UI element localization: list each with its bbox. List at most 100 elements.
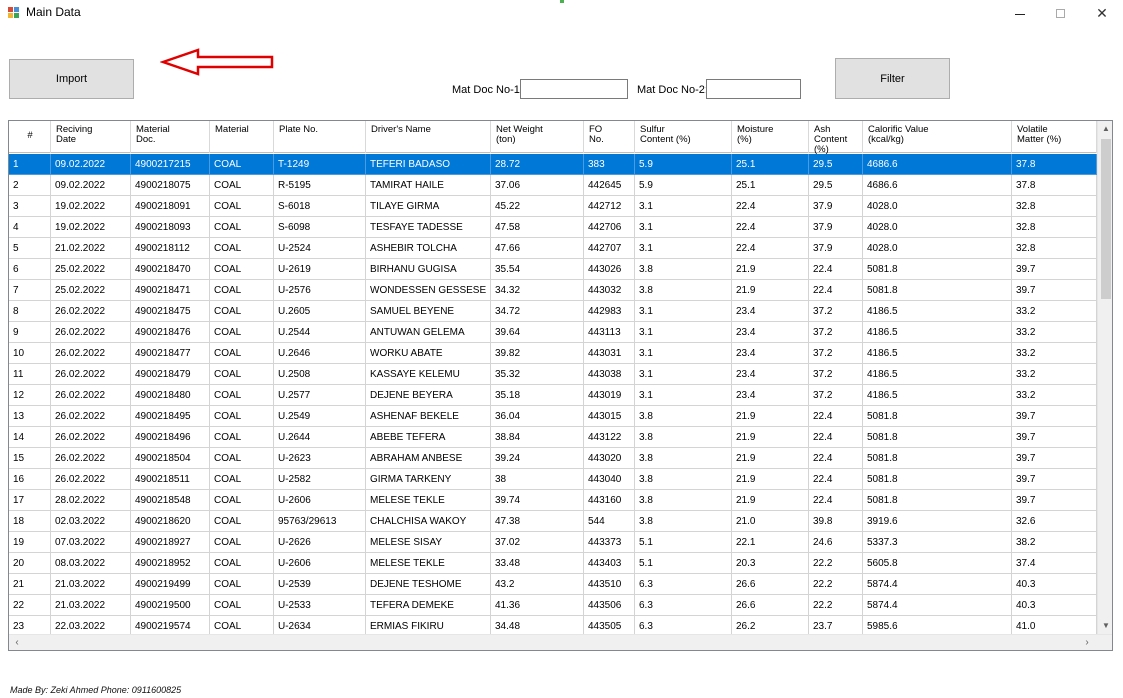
- cell-plate[interactable]: U.2577: [274, 385, 366, 406]
- cell-fo[interactable]: 443373: [584, 532, 635, 553]
- cell-weight[interactable]: 47.58: [491, 217, 584, 238]
- cell-num[interactable]: 12: [9, 385, 51, 406]
- table-row[interactable]: 10 26.02.2022 4900218477 COAL U.2646 WORKU AB…: [9, 343, 1097, 364]
- table-row[interactable]: 16 26.02.2022 4900218511 COAL U-2582 GIRMA TA…: [9, 469, 1097, 490]
- cell-driver[interactable]: ASHENAF BEKELE: [366, 406, 491, 427]
- cell-weight[interactable]: 36.04: [491, 406, 584, 427]
- cell-calorific[interactable]: 5337.3: [863, 532, 1012, 553]
- cell-num[interactable]: 6: [9, 259, 51, 280]
- cell-weight[interactable]: 45.22: [491, 196, 584, 217]
- cell-ash[interactable]: 29.5: [809, 154, 863, 175]
- cell-ash[interactable]: 37.2: [809, 322, 863, 343]
- cell-moisture[interactable]: 21.9: [732, 406, 809, 427]
- cell-weight[interactable]: 34.32: [491, 280, 584, 301]
- scroll-down-icon[interactable]: ▼: [1098, 618, 1112, 634]
- cell-calorific[interactable]: 5605.8: [863, 553, 1012, 574]
- cell-plate[interactable]: U.2508: [274, 364, 366, 385]
- cell-fo[interactable]: 442645: [584, 175, 635, 196]
- cell-weight[interactable]: 35.54: [491, 259, 584, 280]
- cell-num[interactable]: 21: [9, 574, 51, 595]
- cell-date[interactable]: 26.02.2022: [51, 322, 131, 343]
- cell-num[interactable]: 20: [9, 553, 51, 574]
- cell-plate[interactable]: U-2623: [274, 448, 366, 469]
- mat-doc-1-input[interactable]: [520, 79, 628, 99]
- cell-sulfur[interactable]: 3.8: [635, 280, 732, 301]
- cell-moisture[interactable]: 21.9: [732, 280, 809, 301]
- cell-sulfur[interactable]: 5.1: [635, 532, 732, 553]
- cell-date[interactable]: 19.02.2022: [51, 196, 131, 217]
- cell-moisture[interactable]: 23.4: [732, 343, 809, 364]
- cell-volatile[interactable]: 40.3: [1012, 595, 1097, 616]
- cell-moisture[interactable]: 21.9: [732, 469, 809, 490]
- cell-volatile[interactable]: 32.6: [1012, 511, 1097, 532]
- cell-doc[interactable]: 4900218091: [131, 196, 210, 217]
- horizontal-scrollbar[interactable]: ‹ ›: [9, 634, 1112, 650]
- cell-volatile[interactable]: 37.4: [1012, 553, 1097, 574]
- cell-calorific[interactable]: 4186.5: [863, 322, 1012, 343]
- cell-driver[interactable]: ABEBE TEFERA: [366, 427, 491, 448]
- cell-plate[interactable]: U-2582: [274, 469, 366, 490]
- cell-fo[interactable]: 443113: [584, 322, 635, 343]
- cell-material[interactable]: COAL: [210, 343, 274, 364]
- cell-fo[interactable]: 442983: [584, 301, 635, 322]
- cell-ash[interactable]: 24.6: [809, 532, 863, 553]
- cell-driver[interactable]: MELESE TEKLE: [366, 553, 491, 574]
- cell-date[interactable]: 09.02.2022: [51, 154, 131, 175]
- cell-plate[interactable]: U.2646: [274, 343, 366, 364]
- cell-fo[interactable]: 544: [584, 511, 635, 532]
- cell-date[interactable]: 26.02.2022: [51, 427, 131, 448]
- cell-material[interactable]: COAL: [210, 511, 274, 532]
- cell-material[interactable]: COAL: [210, 427, 274, 448]
- cell-doc[interactable]: 4900218075: [131, 175, 210, 196]
- column-header-plate[interactable]: Plate No.: [274, 121, 366, 153]
- cell-moisture[interactable]: 20.3: [732, 553, 809, 574]
- cell-material[interactable]: COAL: [210, 469, 274, 490]
- cell-doc[interactable]: 4900218470: [131, 259, 210, 280]
- column-header-fo[interactable]: FO No.: [584, 121, 635, 153]
- cell-doc[interactable]: 4900218504: [131, 448, 210, 469]
- cell-material[interactable]: COAL: [210, 385, 274, 406]
- filter-button[interactable]: Filter: [835, 58, 950, 99]
- cell-material[interactable]: COAL: [210, 553, 274, 574]
- cell-plate[interactable]: U.2549: [274, 406, 366, 427]
- vertical-scrollbar[interactable]: ▲ ▼: [1097, 121, 1112, 634]
- cell-plate[interactable]: T-1249: [274, 154, 366, 175]
- cell-driver[interactable]: MELESE SISAY: [366, 532, 491, 553]
- table-row[interactable]: 15 26.02.2022 4900218504 COAL U-2623 ABRAHAM …: [9, 448, 1097, 469]
- import-button[interactable]: Import: [9, 59, 134, 99]
- cell-plate[interactable]: U-2626: [274, 532, 366, 553]
- cell-fo[interactable]: 443020: [584, 448, 635, 469]
- cell-fo[interactable]: 443032: [584, 280, 635, 301]
- cell-moisture[interactable]: 21.9: [732, 490, 809, 511]
- cell-moisture[interactable]: 21.0: [732, 511, 809, 532]
- cell-moisture[interactable]: 26.6: [732, 574, 809, 595]
- cell-ash[interactable]: 22.2: [809, 595, 863, 616]
- cell-weight[interactable]: 47.66: [491, 238, 584, 259]
- cell-ash[interactable]: 37.9: [809, 238, 863, 259]
- cell-weight[interactable]: 41.36: [491, 595, 584, 616]
- cell-fo[interactable]: 442707: [584, 238, 635, 259]
- column-header-doc[interactable]: Material Doc.: [131, 121, 210, 153]
- cell-num[interactable]: 17: [9, 490, 51, 511]
- column-header-num[interactable]: #: [9, 121, 51, 153]
- cell-calorific[interactable]: 4186.5: [863, 364, 1012, 385]
- cell-date[interactable]: 21.03.2022: [51, 574, 131, 595]
- cell-plate[interactable]: S-6018: [274, 196, 366, 217]
- cell-driver[interactable]: ASHEBIR TOLCHA: [366, 238, 491, 259]
- cell-plate[interactable]: R-5195: [274, 175, 366, 196]
- table-row[interactable]: 19 07.03.2022 4900218927 COAL U-2626 MELESE S…: [9, 532, 1097, 553]
- cell-date[interactable]: 26.02.2022: [51, 343, 131, 364]
- cell-calorific[interactable]: 5081.8: [863, 490, 1012, 511]
- cell-doc[interactable]: 4900219499: [131, 574, 210, 595]
- cell-calorific[interactable]: 5874.4: [863, 574, 1012, 595]
- cell-num[interactable]: 8: [9, 301, 51, 322]
- cell-calorific[interactable]: 4686.6: [863, 175, 1012, 196]
- cell-weight[interactable]: 38: [491, 469, 584, 490]
- cell-volatile[interactable]: 39.7: [1012, 280, 1097, 301]
- cell-driver[interactable]: MELESE TEKLE: [366, 490, 491, 511]
- cell-volatile[interactable]: 33.2: [1012, 343, 1097, 364]
- cell-fo[interactable]: 442706: [584, 217, 635, 238]
- cell-doc[interactable]: 4900218548: [131, 490, 210, 511]
- cell-moisture[interactable]: 25.1: [732, 175, 809, 196]
- cell-driver[interactable]: DEJENE BEYERA: [366, 385, 491, 406]
